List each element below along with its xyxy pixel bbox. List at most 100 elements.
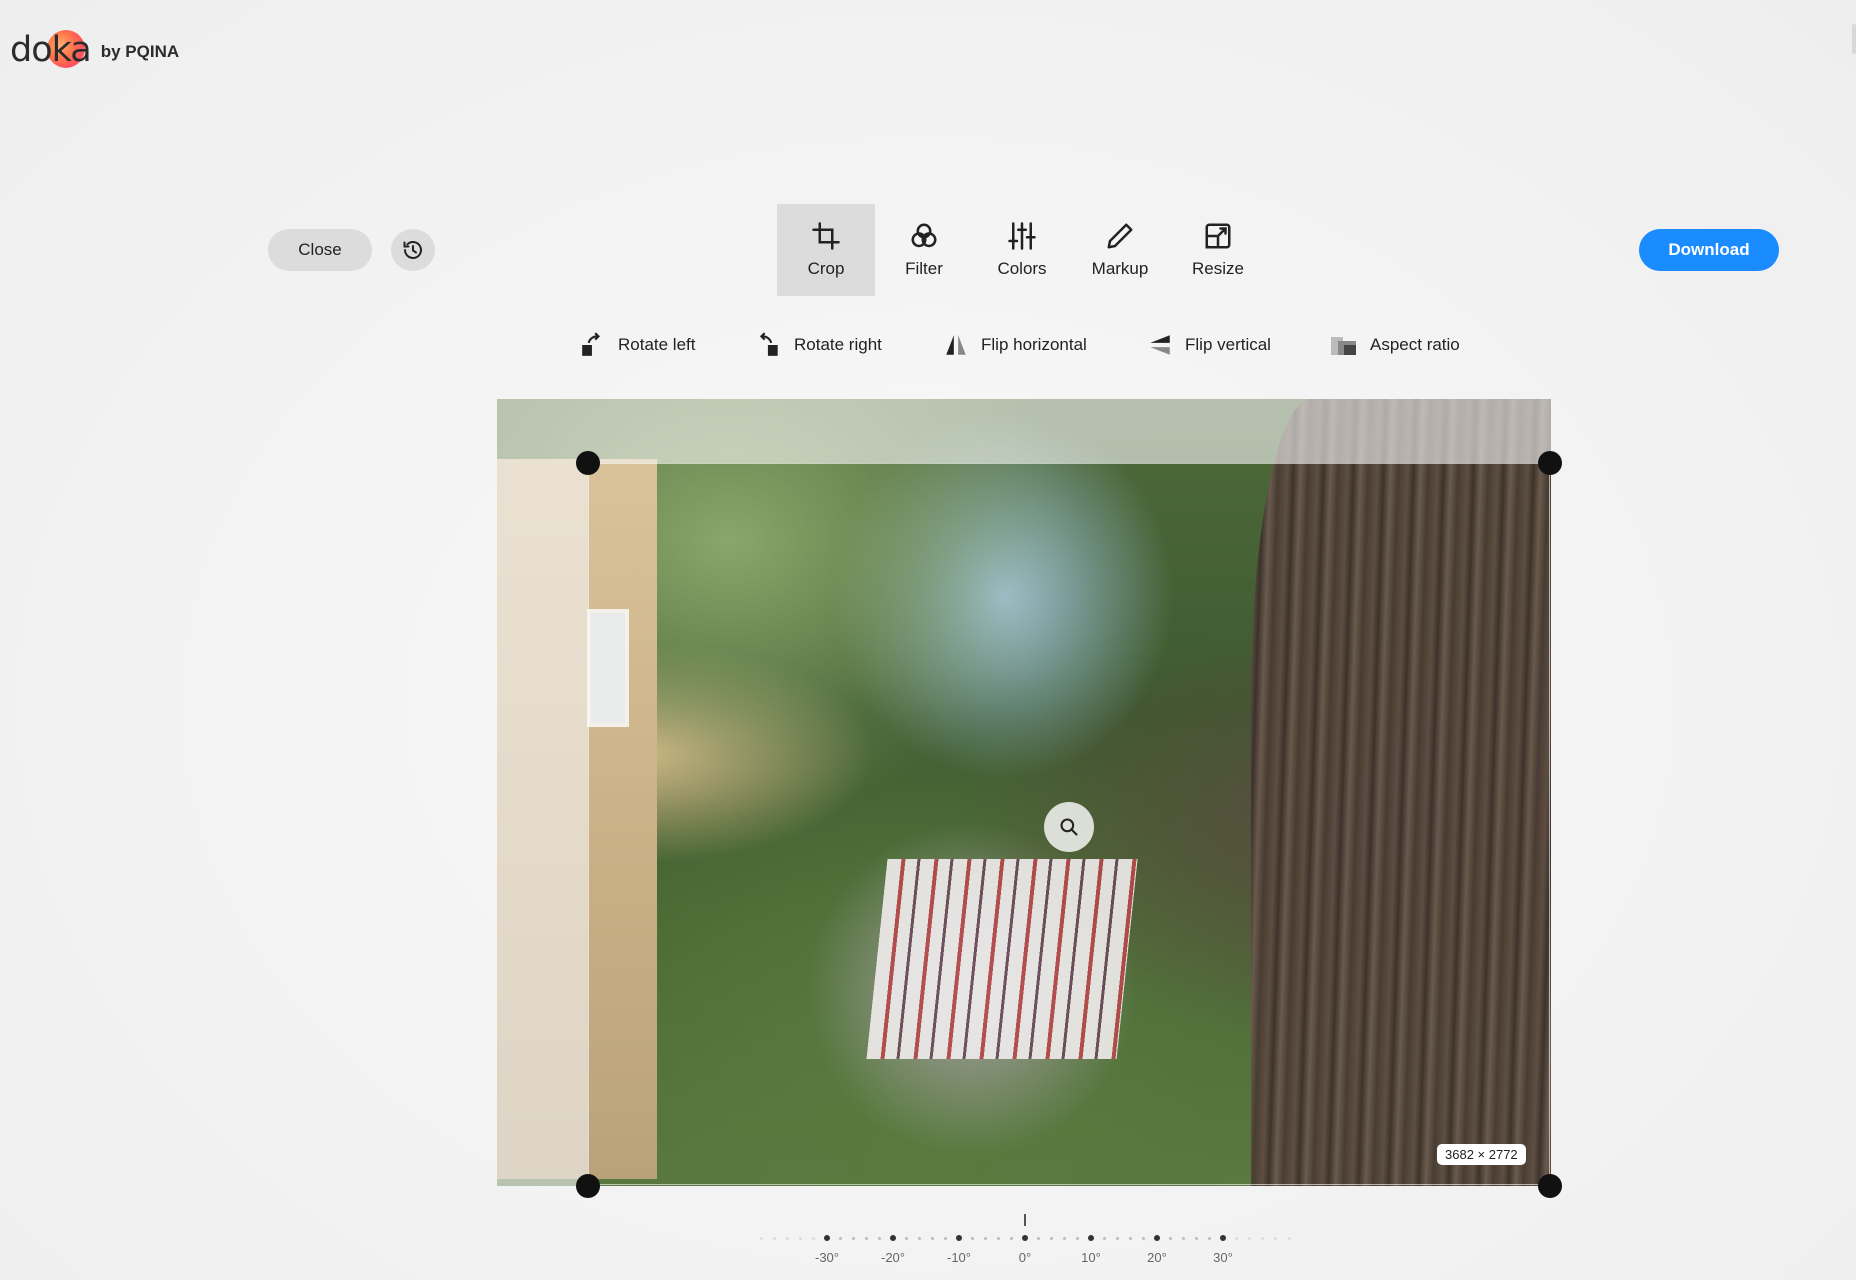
rotation-dial-label: 20° <box>1147 1250 1167 1265</box>
rotation-dial-tick <box>1195 1237 1199 1240</box>
rotation-dial-tick <box>1287 1237 1291 1240</box>
tab-filter[interactable]: Filter <box>875 204 973 296</box>
zoom-button[interactable] <box>1044 802 1094 852</box>
crop-shade-top <box>497 399 1551 463</box>
logo-wordmark: doka <box>10 30 92 70</box>
crop-handle-top-left[interactable] <box>576 451 600 475</box>
rotation-dial-tick <box>1102 1237 1106 1240</box>
tab-colors[interactable]: Colors <box>973 204 1071 296</box>
rotation-dial-tick <box>824 1235 830 1241</box>
rotation-dial-tick <box>851 1237 855 1240</box>
rotation-dial-tick <box>1010 1237 1014 1240</box>
rotate-right-button[interactable]: Rotate right <box>756 330 882 360</box>
crop-handle-bottom-left[interactable] <box>576 1174 600 1198</box>
rotate-left-icon <box>582 332 600 356</box>
rotation-dial-tick <box>1036 1237 1040 1240</box>
rotation-dial-tick <box>1129 1237 1133 1240</box>
history-button[interactable] <box>391 229 435 271</box>
rotation-dial-tick <box>865 1237 869 1240</box>
crop-handle-top-right[interactable] <box>1538 451 1562 475</box>
rotation-dial-tick <box>970 1237 974 1240</box>
rotate-left-button[interactable]: Rotate left <box>580 330 696 360</box>
rotation-dial[interactable]: -30° -20° -10° 0° 10° 20° 30° <box>740 1208 1310 1268</box>
rotation-dial-label: -10° <box>947 1250 971 1265</box>
rotation-dial-tick <box>1208 1237 1212 1240</box>
tab-crop-label: Crop <box>807 259 845 278</box>
flip-vertical-label: Flip vertical <box>1185 335 1271 354</box>
flip-horizontal-button[interactable]: Flip horizontal <box>943 330 1087 360</box>
rotate-right-icon <box>759 332 778 356</box>
rotation-dial-tick <box>812 1237 816 1240</box>
rotation-dial-tick <box>838 1237 842 1240</box>
rotation-dial-tick <box>944 1237 948 1240</box>
rotation-dial-tick <box>878 1237 882 1240</box>
sliders-icon <box>1008 222 1036 250</box>
rotation-dial-label: -30° <box>815 1250 839 1265</box>
crop-icon <box>812 222 840 250</box>
rotation-dial-tick <box>1274 1237 1278 1240</box>
history-icon <box>403 241 422 259</box>
aspect-ratio-button[interactable]: Aspect ratio <box>1330 330 1460 360</box>
crop-toolbar: Rotate left Rotate right Flip horizontal… <box>0 330 1856 360</box>
rotation-dial-label: 0° <box>1018 1250 1032 1265</box>
rotation-dial-tick <box>1142 1237 1146 1240</box>
rotation-dial-tick <box>1115 1237 1119 1240</box>
rotation-dial-tick <box>1063 1237 1067 1240</box>
rotation-dial-tick <box>890 1235 896 1241</box>
close-button[interactable]: Close <box>268 229 372 271</box>
flip-horizontal-label: Flip horizontal <box>981 335 1087 354</box>
rotate-left-label: Rotate left <box>618 335 696 354</box>
image-dimensions: 3682 × 2772 <box>1437 1144 1526 1165</box>
logo: doka by PQINA <box>10 18 179 68</box>
tab-markup-label: Markup <box>1091 259 1149 278</box>
aspect-ratio-icon <box>1331 337 1356 355</box>
main-toolbar: Crop Filter Colors Markup Resize <box>777 204 1267 296</box>
crop-handle-bottom-right[interactable] <box>1538 1174 1562 1198</box>
tab-filter-label: Filter <box>905 259 943 278</box>
filter-icon <box>911 223 937 248</box>
rotation-dial-tick <box>759 1237 763 1240</box>
logo-byline: by PQINA <box>100 42 180 61</box>
tab-resize-label: Resize <box>1192 259 1244 278</box>
download-button[interactable]: Download <box>1639 229 1779 271</box>
rotation-dial-tick <box>1088 1235 1094 1241</box>
rotation-dial-label: 30° <box>1213 1250 1233 1265</box>
rotate-right-label: Rotate right <box>794 335 882 354</box>
rotation-dial-tick <box>1220 1235 1226 1241</box>
tab-markup[interactable]: Markup <box>1071 204 1169 296</box>
scrollbar[interactable] <box>1852 24 1856 54</box>
tab-crop[interactable]: Crop <box>777 204 875 296</box>
rotation-dial-tick <box>1049 1237 1053 1240</box>
crop-shade-left <box>497 463 588 1186</box>
rotation-dial-tick <box>1234 1237 1238 1240</box>
rotation-dial-tick <box>1247 1237 1251 1240</box>
rotation-dial-tick <box>799 1237 803 1240</box>
rotation-dial-label: -20° <box>881 1250 905 1265</box>
image-stage[interactable]: 3682 × 2772 <box>497 399 1562 1198</box>
rotation-dial-tick <box>1261 1237 1265 1240</box>
rotation-dial-tick <box>983 1237 987 1240</box>
pencil-icon <box>1107 223 1133 249</box>
aspect-ratio-label: Aspect ratio <box>1370 335 1460 354</box>
magnifier-icon <box>1060 818 1078 836</box>
rotation-dial-label: 10° <box>1081 1250 1101 1265</box>
tab-resize[interactable]: Resize <box>1169 204 1267 296</box>
rotation-dial-tick <box>1181 1237 1185 1240</box>
rotation-dial-tick <box>785 1237 789 1240</box>
flip-horizontal-icon <box>946 335 966 355</box>
rotation-dial-tick <box>1022 1235 1028 1241</box>
rotation-dial-tick <box>1168 1237 1172 1240</box>
flip-vertical-button[interactable]: Flip vertical <box>1147 330 1271 360</box>
rotation-dial-tick <box>917 1237 921 1240</box>
rotation-dial-tick <box>772 1237 776 1240</box>
tab-colors-label: Colors <box>997 259 1047 278</box>
resize-icon <box>1205 223 1231 249</box>
rotation-dial-tick <box>1076 1237 1080 1240</box>
flip-vertical-icon <box>1150 335 1170 355</box>
rotation-dial-tick <box>997 1237 1001 1240</box>
rotation-dial-tick <box>904 1237 908 1240</box>
rotation-dial-tick <box>1154 1235 1160 1241</box>
rotation-dial-tick <box>956 1235 962 1241</box>
rotation-dial-tick <box>931 1237 935 1240</box>
rotation-dial-indicator <box>1024 1214 1026 1226</box>
